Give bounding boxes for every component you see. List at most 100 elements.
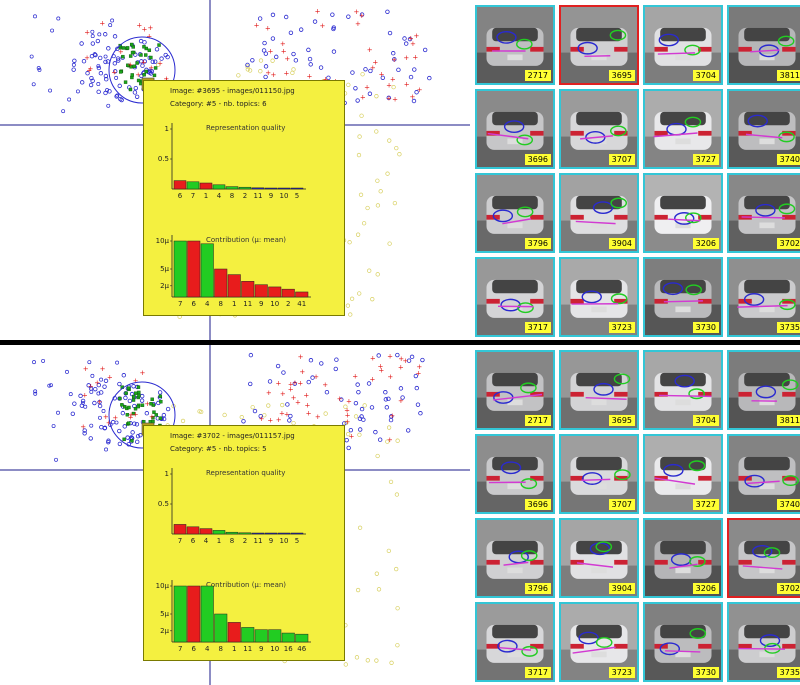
thumbnail-tile[interactable]: 3717 xyxy=(475,602,555,682)
thumbnail-tile[interactable]: 3727 xyxy=(643,89,723,169)
scatter-point xyxy=(397,152,402,157)
scatter-point xyxy=(61,109,66,114)
scatter-point xyxy=(104,447,108,452)
scatter-point xyxy=(358,192,364,197)
scatter-point xyxy=(222,412,227,418)
scatter-point xyxy=(41,358,46,363)
scatter-point xyxy=(395,438,400,443)
thumbnail-tile[interactable]: 3740 xyxy=(727,89,800,169)
thumbnail-tile[interactable]: 3730 xyxy=(643,257,723,337)
scatter-point: + xyxy=(409,93,415,101)
tile-image-number: 3904 xyxy=(608,238,635,249)
scatter-point xyxy=(131,398,136,402)
scatter-point: + xyxy=(370,355,376,363)
thumbnail-tile[interactable]: 3796 xyxy=(475,518,555,598)
thumbnail-tile[interactable]: 3735 xyxy=(727,602,800,682)
scatter-point: + xyxy=(345,412,351,420)
scatter-point xyxy=(98,415,102,420)
contribution-chart-bar xyxy=(214,613,228,643)
scatter-point xyxy=(159,399,163,404)
scatter-point: + xyxy=(299,368,305,376)
scatter-point xyxy=(345,303,351,308)
scatter-point xyxy=(263,64,269,69)
tile-image-number: 3206 xyxy=(692,583,719,594)
thumbnail-tile[interactable]: 2717 xyxy=(475,5,555,85)
scatter-point xyxy=(137,390,141,395)
scatter-point xyxy=(270,36,276,41)
scatter-point xyxy=(132,64,137,69)
scatter-point xyxy=(422,47,428,53)
tile-image-number: 3707 xyxy=(608,154,635,165)
thumbnail-tile[interactable]: 2717 xyxy=(475,350,555,430)
thumbnail-tile[interactable]: 3735 xyxy=(727,257,800,337)
scatter-point xyxy=(396,67,401,73)
thumbnail-tile[interactable]: 3704 xyxy=(643,5,723,85)
scatter-point xyxy=(402,36,407,41)
thumbnail-tile[interactable]: 3811 xyxy=(727,5,800,85)
thumbnail-tile[interactable]: 3730 xyxy=(643,602,723,682)
thumbnail-tile[interactable]: 3904 xyxy=(559,518,639,598)
thumbnail-tile[interactable]: 3904 xyxy=(559,173,639,253)
scatter-point xyxy=(388,479,394,484)
thumbnail-tile[interactable]: 3707 xyxy=(559,434,639,514)
scatter-point xyxy=(117,83,122,89)
scatter-point xyxy=(353,86,358,91)
popup-charts: 10.57 6 4 1 8 2 11 9 10 510µ5µ2µ7 6 4 8 1 11 9 10 16 46 xyxy=(156,468,311,653)
thumbnail-tile[interactable]: 3707 xyxy=(559,89,639,169)
scatter-point xyxy=(128,87,133,92)
contribution-chart-x-tick-label: 1 xyxy=(232,300,236,308)
scatter-point xyxy=(347,240,352,245)
scatter-point: + xyxy=(157,59,163,67)
scatter-point xyxy=(387,138,392,143)
scatter-point: + xyxy=(288,381,294,389)
thumbnail-tile[interactable]: 3811 xyxy=(727,350,800,430)
thumbnail-tile[interactable]: 3796 xyxy=(475,173,555,253)
thumbnail-tile[interactable]: 3702 xyxy=(727,173,800,253)
scatter-point xyxy=(135,439,140,445)
quality-chart-bar xyxy=(277,187,291,190)
scatter-point xyxy=(130,430,135,435)
scatter-point xyxy=(258,69,263,74)
thumbnail-tile[interactable]: 3695 xyxy=(559,5,639,85)
thumbnail-tile[interactable]: 3702 xyxy=(727,518,800,598)
thumbnail-tile[interactable]: 3723 xyxy=(559,602,639,682)
thumbnail-tile[interactable]: 3696 xyxy=(475,434,555,514)
contribution-chart-bar xyxy=(173,240,187,298)
thumbnail-tile[interactable]: 3696 xyxy=(475,89,555,169)
scatter-point: + xyxy=(103,413,109,421)
scatter-point xyxy=(79,80,85,85)
scatter-point xyxy=(370,297,375,302)
scatter-point xyxy=(83,404,88,409)
thumbnail-tile[interactable]: 3717 xyxy=(475,257,555,337)
thumbnail-tile[interactable]: 3695 xyxy=(559,350,639,430)
contribution-chart-bar xyxy=(241,281,255,298)
thumbnail-tile[interactable]: 3206 xyxy=(643,518,723,598)
quality-chart-bar xyxy=(199,528,213,535)
scatter-point xyxy=(130,50,135,55)
scatter-point xyxy=(355,382,360,387)
scatter-point: + xyxy=(111,68,117,76)
quality-chart-x-tick-label: 1 xyxy=(204,192,208,200)
scatter-point xyxy=(106,103,111,108)
scatter-point xyxy=(121,373,127,378)
thumbnail-tile[interactable]: 3723 xyxy=(559,257,639,337)
thumbnail-tile[interactable]: 3704 xyxy=(643,350,723,430)
thumbnail-tile[interactable]: 3727 xyxy=(643,434,723,514)
tile-image-number: 3811 xyxy=(776,415,800,426)
contribution-chart-x-tick-label: 7 xyxy=(178,300,182,308)
scatter-point xyxy=(357,134,362,139)
scatter-point: + xyxy=(306,409,312,417)
thumbnail-tile[interactable]: 3206 xyxy=(643,173,723,253)
scatter-point xyxy=(391,51,396,56)
scatter-point xyxy=(127,398,133,404)
scatter-point xyxy=(358,427,363,432)
scatter-point: + xyxy=(359,12,365,20)
scatter-point xyxy=(330,12,335,17)
tile-image-number: 3704 xyxy=(692,70,719,81)
scatter-point xyxy=(144,53,148,57)
scatter-point xyxy=(354,655,360,660)
thumbnail-tile[interactable]: 3740 xyxy=(727,434,800,514)
scatter-point xyxy=(136,385,141,389)
scatter-point xyxy=(139,53,143,57)
scatter-point xyxy=(139,398,145,403)
